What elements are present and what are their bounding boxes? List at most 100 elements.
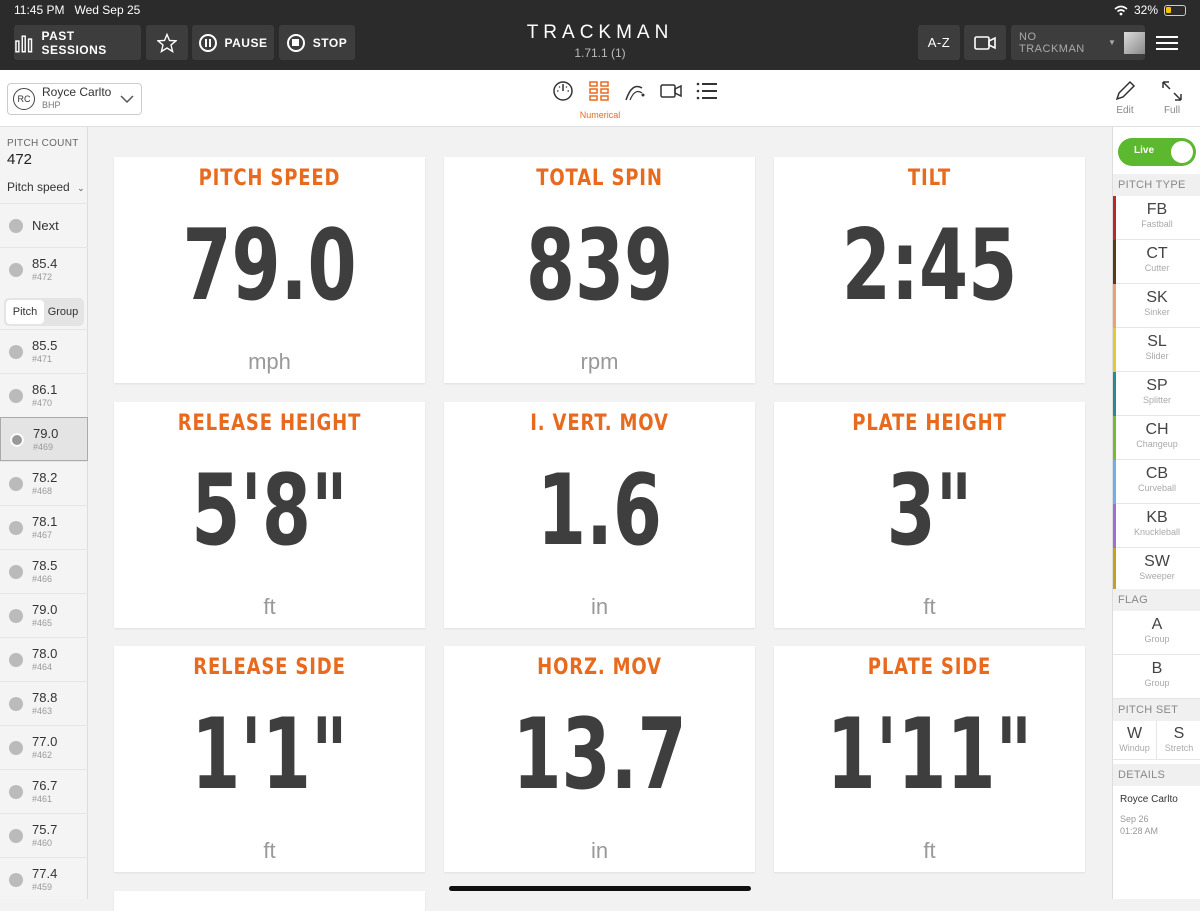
pitch-type-fb-button[interactable]: FB Fastball — [1113, 196, 1200, 240]
favorite-button[interactable] — [146, 25, 188, 60]
pitch-row[interactable]: 79.0 #469 — [0, 417, 88, 461]
pitch-value: 78.2 — [32, 470, 58, 485]
pitch-tab[interactable]: Pitch — [6, 300, 44, 324]
pitch-set-code: W — [1126, 725, 1143, 742]
pitch-tagging-sidebar: Live PITCH TYPE FB Fastball CT Cutter SK Sink… — [1112, 127, 1200, 899]
numerical-view-button[interactable] — [588, 80, 610, 102]
pitch-type-label: PITCH TYPE — [1113, 174, 1200, 196]
pitch-type-sk-button[interactable]: SK Sinker — [1113, 284, 1200, 328]
pitch-type-kb-button[interactable]: KB Knuckleball — [1113, 504, 1200, 548]
pitch-value: 85.4 — [32, 256, 58, 271]
pitch-type-ct-button[interactable]: CT Cutter — [1113, 240, 1200, 284]
metric-card[interactable]: PITCH SPEED 79.0 mph — [114, 157, 425, 383]
metric-card[interactable]: PLATE SIDE 1'11" ft — [774, 646, 1085, 872]
pitch-list-sidebar: PITCH COUNT 472 Pitch speed ⌄ Next 85.4 … — [0, 127, 88, 899]
trajectory-view-button[interactable] — [624, 80, 646, 102]
stop-label: STOP — [312, 35, 348, 50]
pitch-dot — [9, 741, 23, 755]
pitch-number: #463 — [32, 706, 53, 716]
player-select[interactable]: RC Royce Carlto BHP — [7, 83, 142, 115]
camera-button[interactable] — [964, 25, 1006, 60]
pitch-row[interactable]: 77.4 #459 — [0, 857, 88, 901]
video-view-button[interactable] — [660, 80, 682, 102]
next-label: Next — [32, 218, 59, 233]
pitch-row[interactable]: 77.0 #462 — [0, 725, 88, 769]
sort-az-button[interactable]: A-Z — [918, 25, 960, 60]
grid-icon — [589, 81, 609, 101]
metric-card[interactable]: HORZ. MOV 13.7 in — [444, 646, 755, 872]
pitch-row[interactable]: 85.5 #471 — [0, 329, 88, 373]
pitch-value: 86.1 — [32, 382, 58, 397]
pitch-row[interactable]: 78.2 #468 — [0, 461, 88, 505]
pitch-row[interactable]: 78.1 #467 — [0, 505, 88, 549]
metric-card[interactable]: I. VERT. MOV 1.6 in — [444, 402, 755, 628]
flag-a-button[interactable]: A Group — [1113, 611, 1200, 655]
pitch-row[interactable]: 85.4 #472 — [0, 247, 88, 291]
list-view-button[interactable] — [696, 80, 718, 102]
gauge-view-button[interactable] — [552, 80, 574, 102]
pitch-dot — [9, 219, 23, 233]
pause-button[interactable]: PAUSE — [192, 25, 274, 60]
edit-button[interactable]: Edit — [1110, 80, 1140, 116]
pitch-row[interactable]: 86.1 #470 — [0, 373, 88, 417]
pitch-value: 76.7 — [32, 778, 58, 793]
pitch-set-code: S — [1173, 725, 1185, 742]
group-tab[interactable]: Group — [44, 300, 82, 324]
fullscreen-button[interactable]: Full — [1157, 80, 1187, 116]
pitch-dot — [9, 785, 23, 799]
metric-card[interactable]: RELEASE HEIGHT 5'8" ft — [114, 402, 425, 628]
metric-card[interactable]: TILT 2:45 — [774, 157, 1085, 383]
pitch-type-cb-button[interactable]: CB Curveball — [1113, 460, 1200, 504]
metric-card[interactable]: RELEASE SIDE 1'1" ft — [114, 646, 425, 872]
flag-b-button[interactable]: B Group — [1113, 655, 1200, 699]
pitch-number: #471 — [32, 354, 53, 364]
metric-value: 2:45 — [841, 209, 1018, 323]
metric-card[interactable]: PLATE HEIGHT 3" ft — [774, 402, 1085, 628]
pitch-type-name: Fastball — [1141, 219, 1173, 229]
metric-unit: ft — [923, 594, 936, 619]
pitch-type-code: SL — [1147, 333, 1167, 350]
pitch-dot — [9, 609, 23, 623]
pitch-row[interactable]: 78.5 #466 — [0, 549, 88, 593]
caret-down-icon: ▼ — [1108, 38, 1117, 47]
past-sessions-button[interactable]: PAST SESSIONS — [14, 25, 141, 60]
pitch-row[interactable]: 75.7 #460 — [0, 813, 88, 857]
pitch-type-name: Sinker — [1144, 307, 1170, 317]
pitch-row[interactable]: 79.0 #465 — [0, 593, 88, 637]
trackman-device-select[interactable]: NO TRACKMAN ▼ — [1011, 25, 1145, 60]
pitch-type-sl-button[interactable]: SL Slider — [1113, 328, 1200, 372]
windup-button[interactable]: W Windup — [1113, 720, 1157, 760]
player-team: BHP — [42, 100, 61, 110]
pitch-value: 78.8 — [32, 690, 58, 705]
stretch-button[interactable]: S Stretch — [1157, 720, 1200, 760]
pitch-row[interactable]: 76.7 #461 — [0, 769, 88, 813]
metric-select[interactable]: Pitch speed ⌄ — [7, 180, 85, 194]
toggle-knob — [1171, 141, 1193, 163]
pitch-number: #466 — [32, 574, 53, 584]
pencil-icon — [1115, 80, 1136, 101]
stop-button[interactable]: STOP — [279, 25, 355, 60]
menu-button[interactable] — [1148, 25, 1186, 60]
next-pitch-row[interactable]: Next — [0, 203, 88, 247]
pitch-dot — [9, 389, 23, 403]
video-camera-icon — [660, 84, 682, 98]
star-icon — [157, 32, 177, 53]
pitch-type-name: Splitter — [1142, 395, 1171, 405]
pitch-number: #468 — [32, 486, 53, 496]
pitch-row[interactable]: 78.8 #463 — [0, 681, 88, 725]
metric-value: 3" — [886, 454, 973, 568]
pitch-type-color — [1113, 372, 1116, 416]
top-bar: 11:45 PM Wed Sep 25 32% PAST SESSIONS PA… — [0, 0, 1200, 70]
pitch-value: 79.0 — [33, 426, 59, 441]
pitch-type-sp-button[interactable]: SP Splitter — [1113, 372, 1200, 416]
pitch-row[interactable]: 78.0 #464 — [0, 637, 88, 681]
pitch-number: #472 — [32, 272, 53, 282]
pitch-type-sw-button[interactable]: SW Sweeper — [1113, 548, 1200, 592]
pitch-type-ch-button[interactable]: CH Changeup — [1113, 416, 1200, 460]
pitch-type-code: SW — [1144, 553, 1170, 570]
player-info: Royce Carlto BHP — [35, 86, 111, 112]
metric-card[interactable]: TOTAL SPIN 839 rpm — [444, 157, 755, 383]
metric-value: 5'8" — [191, 454, 348, 568]
metric-unit: ft — [923, 838, 936, 863]
live-toggle[interactable]: Live — [1118, 138, 1196, 166]
